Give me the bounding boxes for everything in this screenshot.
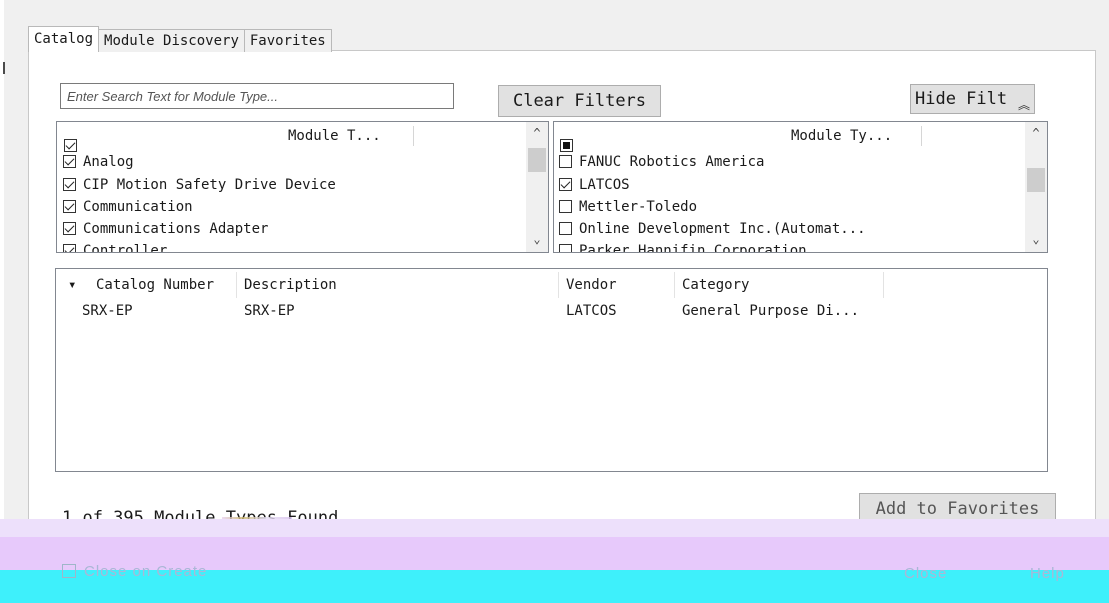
vendor-item-label: FANUC Robotics America — [579, 154, 765, 170]
chevron-down-icon[interactable]: ⌄ — [526, 230, 548, 248]
vendor-filter-header[interactable]: Module Ty... — [791, 128, 892, 144]
close-on-create-label[interactable]: Close on Create — [84, 563, 207, 580]
type-item-label: Controller — [83, 243, 168, 253]
vendor-filter-item[interactable]: Mettler-Toledo — [559, 197, 697, 217]
type-item-checkbox[interactable] — [63, 243, 76, 252]
column-divider[interactable] — [558, 272, 559, 298]
vendor-header-divider — [921, 126, 922, 146]
vendor-item-label: LATCOS — [579, 177, 630, 193]
vendor-item-checkbox[interactable] — [559, 154, 572, 168]
type-filter-item[interactable]: Controller — [63, 241, 168, 253]
module-type-search-input[interactable] — [60, 83, 454, 109]
chevron-down-icon[interactable]: ⌄ — [1025, 230, 1047, 248]
clear-filters-button[interactable]: Clear Filters — [498, 85, 661, 117]
type-list-scroll-thumb[interactable] — [528, 148, 546, 172]
type-filter-item[interactable]: Analog — [63, 152, 134, 172]
help-button[interactable]: Help — [1030, 565, 1065, 582]
type-item-label: Communications Adapter — [83, 221, 269, 237]
type-item-checkbox[interactable] — [63, 177, 76, 191]
vendor-filter-item[interactable]: Online Development Inc.(Automat... — [559, 219, 866, 239]
type-item-checkbox[interactable] — [63, 154, 76, 168]
vendor-header-checkbox[interactable] — [560, 139, 573, 152]
module-results-grid[interactable]: ▾ Catalog Number Description Vendor Cate… — [55, 268, 1048, 472]
vendor-item-checkbox[interactable] — [559, 243, 572, 252]
double-chevron-up-icon: ︽ — [1017, 98, 1030, 112]
type-item-label: Analog — [83, 154, 134, 170]
category-cell: General Purpose Di... — [682, 303, 860, 319]
vendor-item-checkbox[interactable] — [559, 177, 572, 191]
column-header-vendor[interactable]: Vendor — [566, 277, 617, 293]
window-left-edge — [0, 0, 4, 603]
description-cell: SRX-EP — [244, 303, 295, 319]
close-button[interactable]: Close — [904, 565, 947, 582]
type-filter-header[interactable]: Module T... — [288, 128, 381, 144]
hide-filters-button[interactable]: Hide Filt ︽ — [910, 84, 1035, 114]
column-header-description[interactable]: Description — [244, 277, 337, 293]
results-header-row: ▾ Catalog Number Description Vendor Cate… — [56, 269, 1047, 303]
close-on-create-checkbox[interactable] — [62, 564, 76, 578]
type-filter-item[interactable]: Communications Adapter — [63, 219, 268, 239]
catalog-number-cell: SRX-EP — [82, 303, 133, 319]
tab-favorites[interactable]: Favorites — [243, 29, 332, 52]
type-list-scrollbar[interactable]: ^ ⌄ — [526, 122, 548, 252]
vendor-cell: LATCOS — [566, 303, 617, 319]
vendor-item-label: Online Development Inc.(Automat... — [579, 221, 866, 237]
hide-filters-label: Hide Filt — [915, 89, 1008, 109]
vendor-filter-item[interactable]: Parker Hannifin Corporation — [559, 241, 807, 253]
type-item-label: CIP Motion Safety Drive Device — [83, 177, 336, 193]
vendor-item-checkbox[interactable] — [559, 199, 572, 213]
chevron-up-icon[interactable]: ^ — [1025, 124, 1047, 142]
type-item-checkbox[interactable] — [63, 221, 76, 235]
vendor-item-checkbox[interactable] — [559, 221, 572, 235]
type-filter-item[interactable]: CIP Motion Safety Drive Device — [63, 175, 336, 195]
vendor-item-label: Mettler-Toledo — [579, 199, 698, 215]
window-edge-mark — [3, 62, 5, 74]
type-header-divider — [413, 126, 414, 146]
column-header-catalog-number[interactable]: Catalog Number — [96, 277, 214, 293]
vendor-filter-item[interactable]: LATCOS — [559, 175, 630, 195]
tab-module-discovery[interactable]: Module Discovery — [98, 29, 245, 52]
vendor-list-scrollbar[interactable]: ^ ⌄ — [1025, 122, 1047, 252]
column-divider[interactable] — [236, 272, 237, 298]
tab-strip: Catalog Module Discovery Favorites — [28, 26, 332, 52]
vendor-item-label: Parker Hannifin Corporation — [579, 243, 807, 253]
vendor-list-scroll-thumb[interactable] — [1027, 168, 1045, 192]
column-header-category[interactable]: Category — [682, 277, 749, 293]
sort-descending-icon[interactable]: ▾ — [68, 277, 76, 293]
type-item-checkbox[interactable] — [63, 199, 76, 213]
type-item-label: Communication — [83, 199, 193, 215]
column-divider[interactable] — [883, 272, 884, 298]
type-filter-item[interactable]: Communication — [63, 197, 193, 217]
vendor-filter-item[interactable]: FANUC Robotics America — [559, 152, 764, 172]
column-divider[interactable] — [674, 272, 675, 298]
module-type-filter-list[interactable]: Module T... Analog CIP Motion Safety Dri… — [56, 121, 549, 253]
type-header-checkbox[interactable] — [64, 139, 77, 152]
chevron-up-icon[interactable]: ^ — [526, 124, 548, 142]
tab-catalog[interactable]: Catalog — [28, 26, 100, 52]
vendor-filter-list[interactable]: Module Ty... FANUC Robotics America LATC… — [553, 121, 1048, 253]
